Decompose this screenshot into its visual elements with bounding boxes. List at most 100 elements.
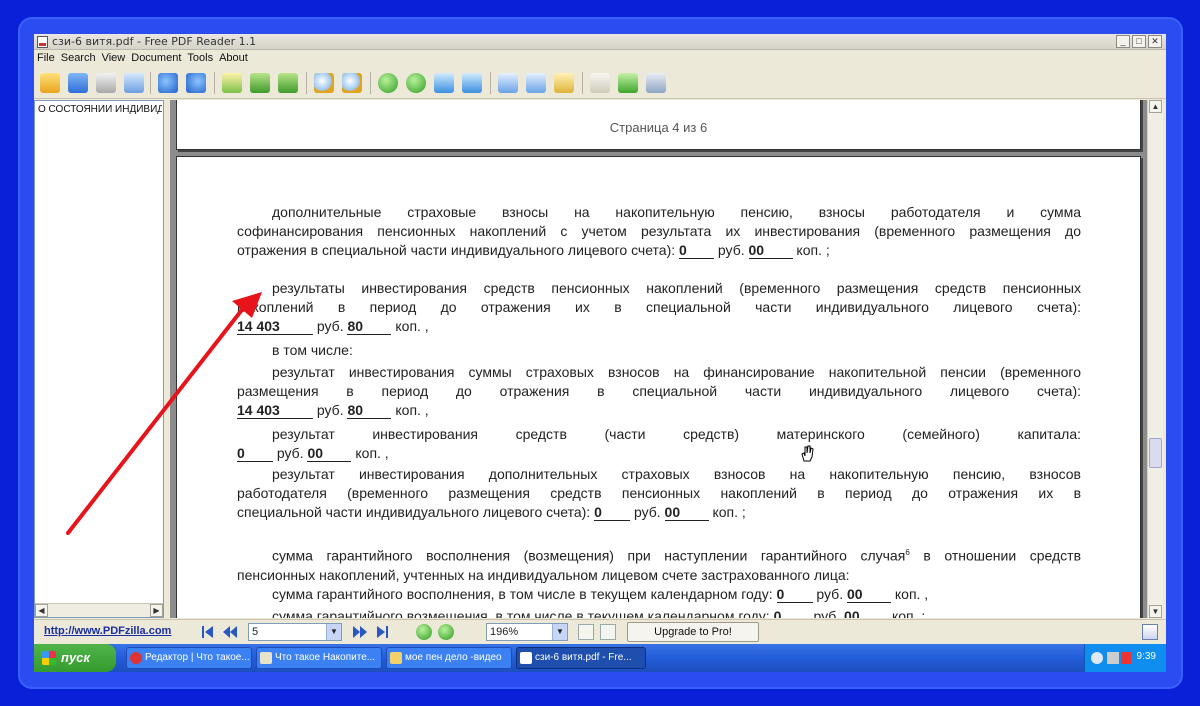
zoom-in-button[interactable] xyxy=(312,71,336,95)
system-tray: 9:39 xyxy=(1084,644,1166,672)
text-a-icon xyxy=(618,73,638,93)
toolbar-separator xyxy=(370,72,371,94)
prev-page-button[interactable] xyxy=(376,71,400,95)
save-button[interactable] xyxy=(66,71,90,95)
current-page: дополнительные страховые взносы на накоп… xyxy=(176,156,1141,618)
zoom-in-small-icon[interactable] xyxy=(600,624,616,640)
kop-label: коп. ; xyxy=(712,504,746,520)
opera-icon xyxy=(130,652,142,664)
open-button[interactable] xyxy=(38,71,62,95)
text-line: 14 403 руб. 80 коп. , xyxy=(237,401,1081,420)
email-button[interactable] xyxy=(122,71,146,95)
rotate-button[interactable] xyxy=(248,71,272,95)
text-fragment: сумма гарантийного возмещения, в том чис… xyxy=(272,608,770,618)
folder-icon xyxy=(390,652,402,664)
print-button[interactable] xyxy=(94,71,118,95)
rub-value: 0 xyxy=(774,608,810,618)
single-page-button[interactable] xyxy=(496,71,520,95)
camera-icon xyxy=(646,73,666,93)
text-line: сумма гарантийного возмещения, в том чис… xyxy=(237,607,1081,618)
snapshot-button[interactable] xyxy=(644,71,668,95)
last-page-icon xyxy=(462,73,482,93)
magnifier-minus-icon xyxy=(342,73,362,93)
tray-arrow-icon[interactable] xyxy=(1091,652,1103,664)
next-page-nav-icon[interactable] xyxy=(352,624,368,640)
text-line: 14 403 руб. 80 коп. , xyxy=(237,317,1081,336)
bookmarks-panel: О СОСТОЯНИИ ИНДИВИД ◀ ▶ xyxy=(34,100,164,618)
text-line: накоплений в период до отражения их в сп… xyxy=(237,299,1081,315)
zoom-out-button[interactable] xyxy=(340,71,364,95)
title-bar[interactable]: сзи-6 витя.pdf - Free PDF Reader 1.1 _ □… xyxy=(34,34,1166,50)
kop-label: коп. ; xyxy=(891,608,926,618)
paragraph-contributions-result: результат инвестирования суммы страховых… xyxy=(237,363,1081,420)
menu-document[interactable]: Document xyxy=(128,51,184,65)
rub-label: руб. xyxy=(316,318,344,334)
paragraph-maternity-capital: результат инвестирования средств (части … xyxy=(237,425,1081,463)
last-page-nav-icon[interactable] xyxy=(374,624,390,640)
continuous-button[interactable] xyxy=(524,71,548,95)
undo-icon xyxy=(158,73,178,93)
page-number-field[interactable]: 5 ▼ xyxy=(248,623,342,641)
prev-page-nav-icon[interactable] xyxy=(222,624,238,640)
maximize-button[interactable]: □ xyxy=(1132,35,1146,48)
scroll-down-arrow-icon[interactable]: ▼ xyxy=(1149,605,1162,618)
menu-search[interactable]: Search xyxy=(58,51,99,65)
taskbar-item[interactable]: Редактор | Что такое... xyxy=(126,647,252,669)
folder-icon xyxy=(40,73,60,93)
status-bar: http://www.PDFzilla.com 5 ▼ 196% ▼ Upgra… xyxy=(34,619,1166,643)
pages-icon xyxy=(526,73,546,93)
next-page-button[interactable] xyxy=(404,71,428,95)
first-page-button[interactable] xyxy=(432,71,456,95)
screen: сзи-6 витя.pdf - Free PDF Reader 1.1 _ □… xyxy=(34,34,1166,672)
close-button[interactable]: ✕ xyxy=(1148,35,1162,48)
menu-file[interactable]: File xyxy=(34,51,58,65)
text-line: дополнительные страховые взносы на накоп… xyxy=(272,204,1081,220)
start-button[interactable]: пуск xyxy=(34,644,116,672)
swap-button[interactable] xyxy=(276,71,300,95)
forward-circle-icon[interactable] xyxy=(438,624,454,640)
menu-about[interactable]: About xyxy=(216,51,251,65)
kop-label: коп. , xyxy=(395,402,429,418)
zoom-select[interactable]: 196% ▼ xyxy=(486,623,568,641)
first-page-nav-icon[interactable] xyxy=(200,624,216,640)
chevron-down-icon[interactable]: ▼ xyxy=(326,624,341,640)
document-view[interactable]: Страница 4 из 6 дополнительные страховые… xyxy=(170,100,1147,618)
previous-page: Страница 4 из 6 xyxy=(176,100,1141,150)
minimize-button[interactable]: _ xyxy=(1116,35,1130,48)
zoom-out-small-icon[interactable] xyxy=(578,624,594,640)
taskbar-item[interactable]: мое пен дело -видео xyxy=(386,647,512,669)
text-line: специальной части индивидуального лицево… xyxy=(237,503,1081,522)
paragraph-investment-results: результаты инвестирования средств пенсио… xyxy=(237,279,1081,336)
volume-icon[interactable] xyxy=(1121,652,1131,664)
document-vscrollbar[interactable]: ▲ ▼ xyxy=(1147,100,1163,618)
undo-button[interactable] xyxy=(156,71,180,95)
text-line: софинансирования пенсионных накоплений с… xyxy=(237,223,1081,239)
paragraph-guarantee-restoration: сумма гарантийного восполнения, в том чи… xyxy=(237,585,1081,604)
scroll-right-arrow-icon[interactable]: ▶ xyxy=(150,604,163,617)
scroll-button[interactable] xyxy=(552,71,576,95)
toolbar-separator xyxy=(214,72,215,94)
text-tool-button[interactable] xyxy=(616,71,640,95)
redo-button[interactable] xyxy=(184,71,208,95)
bookmarks-hscrollbar[interactable]: ◀ ▶ xyxy=(35,603,163,617)
pdfzilla-link[interactable]: http://www.PDFzilla.com xyxy=(44,625,171,637)
bookmark-item[interactable]: О СОСТОЯНИИ ИНДИВИД xyxy=(38,104,162,115)
network-icon[interactable] xyxy=(1107,652,1119,664)
paragraph-additional-contributions: дополнительные страховые взносы на накоп… xyxy=(237,203,1081,260)
image-button[interactable] xyxy=(220,71,244,95)
last-page-button[interactable] xyxy=(460,71,484,95)
menu-tools[interactable]: Tools xyxy=(184,51,216,65)
scroll-left-arrow-icon[interactable]: ◀ xyxy=(35,604,48,617)
back-circle-icon[interactable] xyxy=(416,624,432,640)
grid-icon[interactable] xyxy=(1142,624,1158,640)
upgrade-button[interactable]: Upgrade to Pro! xyxy=(627,622,759,642)
hand-tool-button[interactable] xyxy=(588,71,612,95)
scroll-thumb[interactable] xyxy=(1149,438,1162,468)
taskbar-item-active[interactable]: сзи-6 витя.pdf - Fre... xyxy=(516,647,646,669)
menu-bar: File Search View Document Tools About xyxy=(34,51,1166,66)
scroll-up-arrow-icon[interactable]: ▲ xyxy=(1149,100,1162,113)
taskbar-item[interactable]: Что такое Накопите... xyxy=(256,647,382,669)
chevron-down-icon[interactable]: ▼ xyxy=(552,624,567,640)
document-icon xyxy=(260,652,272,664)
menu-view[interactable]: View xyxy=(99,51,129,65)
